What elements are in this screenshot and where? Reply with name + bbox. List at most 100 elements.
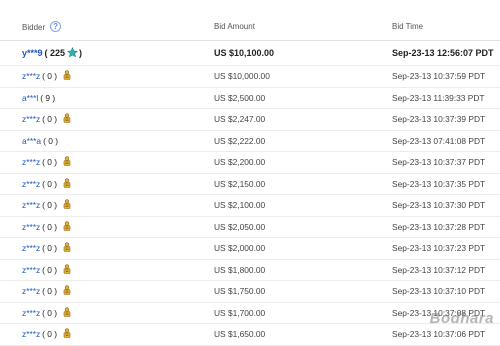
table-row: z***z( 0 ) US $10,000.00 Sep-23-13 10:37:5… [0,66,500,88]
feedback-score: ( 0 ) [42,157,58,168]
bid-amount: US $1,750.00 [214,286,266,297]
help-icon[interactable]: ? [50,21,62,32]
feedback-score: ( 0 ) [42,221,58,232]
bidder-cell: a***a( 0 ) [22,131,58,152]
table-row: a***a( 0 ) US $2,222.00 Sep-23-13 07:41:08… [0,131,500,152]
bid-amount: US $10,100.00 [214,48,275,58]
bidder-name-link[interactable]: z***z [22,114,40,124]
bidder-cell: z***z( 0 ) [22,174,71,195]
bid-amount: US $2,100.00 [214,200,266,211]
bidder-cell: z***z( 0 ) [22,109,71,130]
feedback-score: ( 0 ) [42,178,58,189]
table-row: z***z( 0 ) US $1,650.00 Sep-23-13 10:37:06… [0,324,500,346]
bid-time: Sep-23-13 10:37:30 PDT [392,200,486,211]
bidder-name-link[interactable]: z***z [22,308,40,318]
new-member-icon [63,242,71,254]
bid-time: Sep-23-13 12:56:07 PDT [392,48,494,58]
bid-amount: US $2,050.00 [214,221,266,232]
bid-amount: US $2,150.00 [214,178,266,189]
bid-amount: US $10,000.00 [214,71,270,82]
bid-amount: US $1,700.00 [214,307,266,318]
bidder-cell: z***z( 0 ) [22,66,71,87]
table-row: z***z( 0 ) US $2,200.00 Sep-23-13 10:37:37… [0,152,500,174]
table-row: z***z( 0 ) US $2,050.00 Sep-23-13 10:37:28… [0,217,500,238]
header-bidder-label: Bidder [22,22,46,32]
bid-time: Sep-23-13 10:37:10 PDT [392,286,486,297]
watermark: Bodhara [429,310,494,327]
table-row: y***9( 225) US $10,100.00 Sep-23-13 12:56:… [0,41,500,66]
header-bid-time: Bid Time [392,22,424,31]
new-member-icon [63,156,71,168]
feedback-score-close: ) [79,48,83,58]
table-row: z***z( 0 ) US $2,247.00 Sep-23-13 10:37:39… [0,109,500,131]
bidder-name-link[interactable]: z***z [22,286,40,296]
new-member-icon [63,178,71,190]
bid-time: Sep-23-13 10:37:28 PDT [392,221,486,232]
bidder-cell: z***z( 0 ) [22,217,71,238]
bid-amount: US $2,222.00 [214,135,266,146]
bid-time: Sep-23-13 11:39:33 PDT [392,92,485,103]
new-member-icon [63,307,71,319]
bid-amount: US $2,500.00 [214,92,266,103]
header-bidder: Bidder ? [22,21,62,32]
bidder-name-link[interactable]: a***l [22,93,38,103]
feedback-score: ( 0 ) [42,200,58,211]
feedback-score: ( 0 ) [42,286,58,297]
bidder-cell: z***z( 0 ) [22,238,71,259]
feedback-score: ( 0 ) [42,71,58,82]
feedback-score: ( 0 ) [42,114,58,125]
feedback-score: ( 0 ) [42,307,58,318]
bidder-cell: z***z( 0 ) [22,152,71,173]
bidder-name-link[interactable]: z***z [22,222,40,232]
table-row: z***z( 0 ) US $1,700.00 Sep-23-13 10:37:08… [0,303,500,324]
bidder-name-link[interactable]: z***z [22,243,40,253]
bid-time: Sep-23-13 10:37:35 PDT [392,178,486,189]
table-body: y***9( 225) US $10,100.00 Sep-23-13 12:56:… [0,41,500,346]
new-member-icon [63,113,71,125]
new-member-icon [63,221,71,233]
bidder-name-link[interactable]: z***z [22,71,40,81]
bidder-cell: y***9( 225) [22,41,82,65]
bid-time: Sep-23-13 10:37:39 PDT [392,114,486,125]
bidder-cell: a***l( 9 ) [22,88,55,109]
bidder-name-link[interactable]: a***a [22,136,41,146]
feedback-score: ( 225 [44,48,66,58]
new-member-icon [63,199,71,211]
bid-amount: US $2,247.00 [214,114,266,125]
bidder-name-link[interactable]: z***z [22,179,40,189]
bid-amount: US $1,800.00 [214,264,266,275]
bid-time: Sep-23-13 07:41:08 PDT [392,135,486,146]
feedback-score: ( 0 ) [42,264,58,275]
bid-amount: US $2,000.00 [214,243,266,254]
table-row: z***z( 0 ) US $2,000.00 Sep-23-13 10:37:23… [0,238,500,260]
table-row: z***z( 0 ) US $2,150.00 Sep-23-13 10:37:35… [0,174,500,195]
bid-time: Sep-23-13 10:37:59 PDT [392,71,486,82]
bid-time: Sep-23-13 10:37:12 PDT [392,264,486,275]
bid-amount: US $1,650.00 [214,329,266,340]
bidder-cell: z***z( 0 ) [22,324,71,345]
bidder-name-link[interactable]: z***z [22,200,40,210]
bidder-cell: z***z( 0 ) [22,303,71,324]
new-member-icon [63,264,71,276]
new-member-icon [63,328,71,340]
table-row: z***z( 0 ) US $1,800.00 Sep-23-13 10:37:12… [0,260,500,281]
feedback-score: ( 0 ) [43,135,58,146]
table-row: z***z( 0 ) US $2,100.00 Sep-23-13 10:37:30… [0,195,500,217]
bidder-name-link[interactable]: z***z [22,265,40,275]
bid-time: Sep-23-13 10:37:37 PDT [392,157,486,168]
new-member-icon [63,285,71,297]
bidder-cell: z***z( 0 ) [22,260,71,281]
bidder-cell: z***z( 0 ) [22,195,71,216]
table-row: a***l( 9 ) US $2,500.00 Sep-23-13 11:39:33… [0,88,500,109]
table-row: z***z( 0 ) US $1,750.00 Sep-23-13 10:37:10… [0,281,500,303]
bid-history-table: Bidder ? Bid Amount Bid Time y***9( 225)… [0,0,500,346]
turquoise-star-icon[interactable] [67,46,79,60]
bidder-name-link[interactable]: z***z [22,157,40,167]
bid-time: Sep-23-13 10:37:06 PDT [392,329,486,340]
bid-time: Sep-23-13 10:37:23 PDT [392,243,486,254]
table-header: Bidder ? Bid Amount Bid Time [0,0,500,41]
feedback-score: ( 9 ) [40,92,56,103]
header-bid-amount: Bid Amount [214,22,255,31]
bidder-cell: z***z( 0 ) [22,281,71,302]
bidder-name-link[interactable]: y***9 [22,48,43,58]
